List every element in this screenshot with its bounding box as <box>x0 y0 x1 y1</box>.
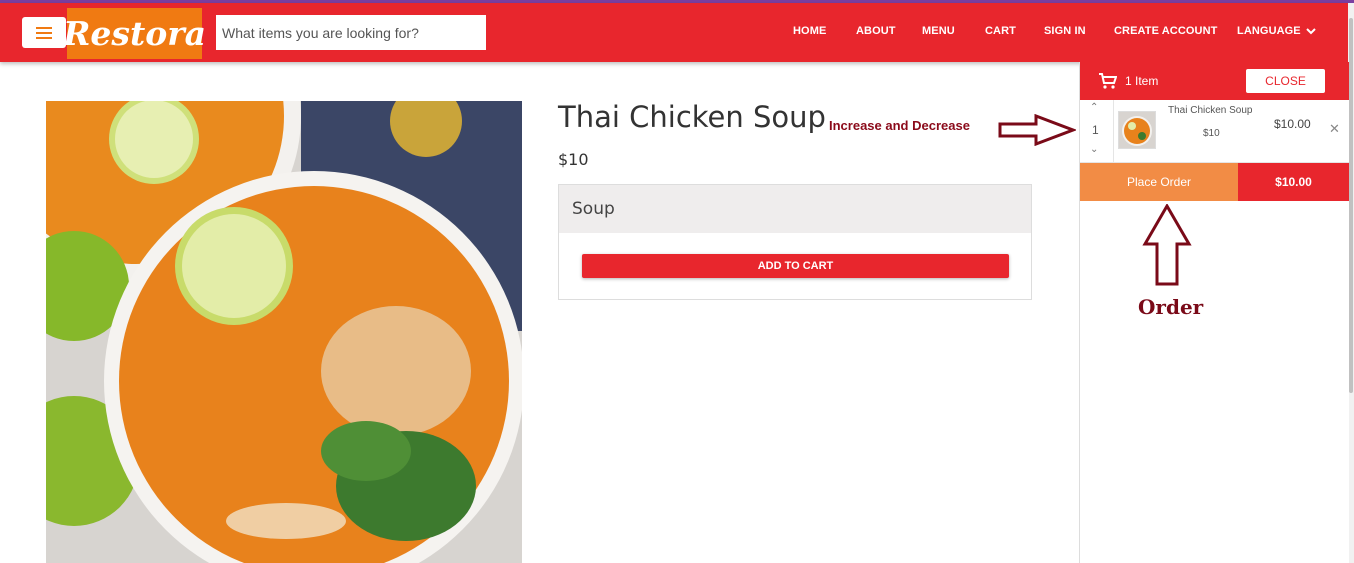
restora-logo[interactable]: Restora <box>63 8 206 59</box>
add-to-cart-button[interactable]: ADD TO CART <box>582 254 1009 278</box>
top-navbar: Restora HOME ABOUT MENU CART SIGN IN CRE… <box>0 3 1348 62</box>
chevron-down-icon <box>1306 28 1316 35</box>
hamburger-menu-button[interactable] <box>22 17 66 48</box>
search-input[interactable] <box>216 15 486 50</box>
cart-panel-header: 1 Item CLOSE <box>1080 62 1349 100</box>
product-price: $10 <box>558 150 589 169</box>
nav-create-account[interactable]: CREATE ACCOUNT <box>1114 25 1217 37</box>
nav-about[interactable]: ABOUT <box>856 25 896 37</box>
nav-menu[interactable]: MENU <box>922 25 955 37</box>
nav-language-label: LANGUAGE <box>1237 25 1301 37</box>
increase-decrease-annotation: Increase and Decrease <box>829 118 970 133</box>
quantity-stepper: ⌃ 1 ⌄ <box>1080 100 1114 162</box>
cart-item-name: Thai Chicken Soup <box>1168 105 1253 116</box>
item-thumbnail <box>1118 111 1156 149</box>
cart-line-item: ⌃ 1 ⌄ Thai Chicken Soup $10 $10.00 ✕ <box>1080 100 1349 163</box>
menu-icon <box>36 26 52 39</box>
product-option-card: Soup ADD TO CART <box>558 184 1032 300</box>
cart-item-count: 1 Item <box>1125 74 1159 88</box>
increase-quantity-icon[interactable]: ⌃ <box>1090 102 1098 113</box>
nav-sign-in[interactable]: SIGN IN <box>1044 25 1086 37</box>
cart-item-unit-price: $10 <box>1203 128 1220 139</box>
remove-item-icon[interactable]: ✕ <box>1329 121 1340 137</box>
cart-item-total: $10.00 <box>1274 117 1311 131</box>
order-annotation: Order <box>1138 295 1204 319</box>
nav-cart[interactable]: CART <box>985 25 1016 37</box>
decrease-quantity-icon[interactable]: ⌄ <box>1090 144 1098 155</box>
item-quantity: 1 <box>1092 123 1099 137</box>
nav-language[interactable]: LANGUAGE <box>1237 25 1316 37</box>
nav-home[interactable]: HOME <box>793 25 826 37</box>
place-order-button[interactable]: Place Order <box>1080 163 1238 201</box>
annotation-arrow-right-icon <box>998 114 1076 146</box>
category-label: Soup <box>559 185 1031 233</box>
cart-panel: 1 Item CLOSE ⌃ 1 ⌄ Thai Chicken Soup $10… <box>1079 62 1349 563</box>
order-total: $10.00 <box>1238 163 1349 201</box>
shopping-cart-icon <box>1099 73 1117 89</box>
close-cart-button[interactable]: CLOSE <box>1246 69 1325 93</box>
product-image <box>46 101 522 563</box>
scrollbar-thumb[interactable] <box>1349 18 1353 393</box>
product-title: Thai Chicken Soup <box>558 100 826 134</box>
annotation-arrow-up-icon <box>1142 204 1192 286</box>
